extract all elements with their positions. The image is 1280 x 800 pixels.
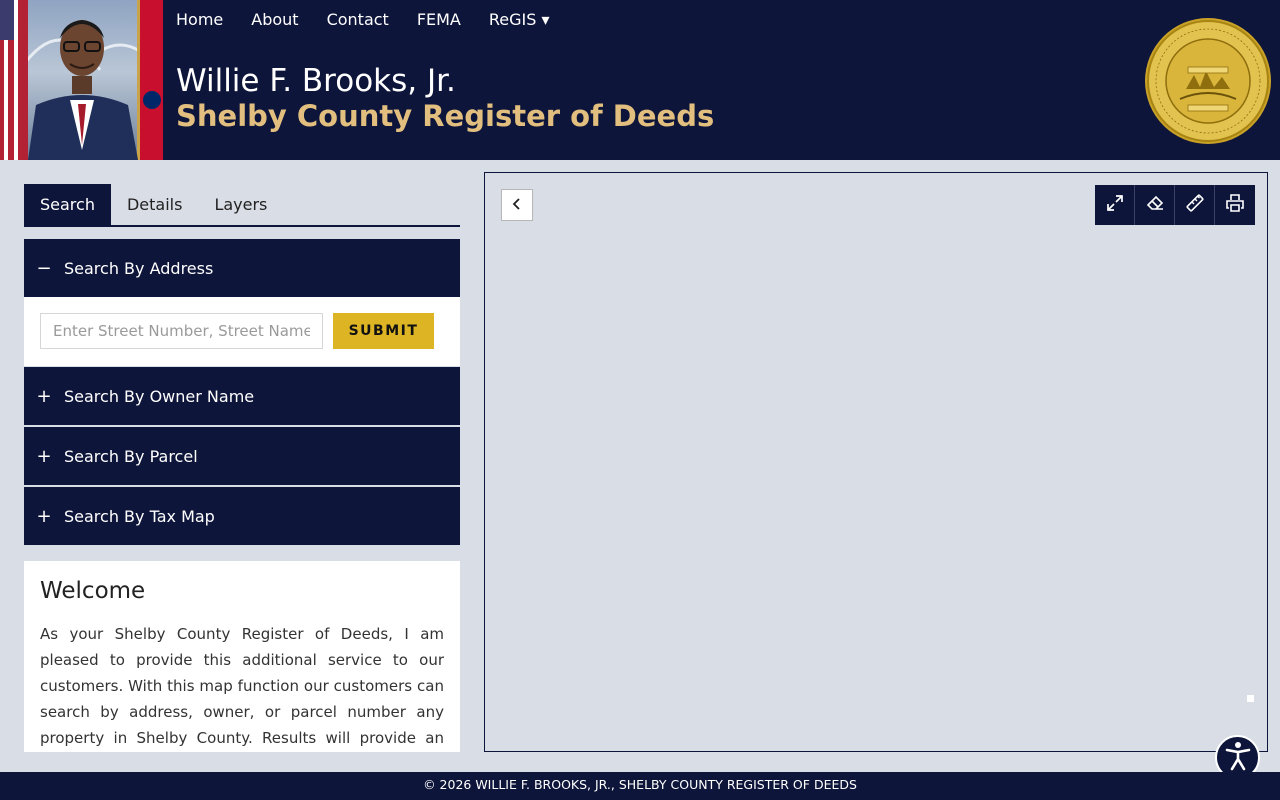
expand-icon (1105, 193, 1125, 217)
register-name: Willie F. Brooks, Jr. (176, 63, 456, 99)
accordion-label: Search By Owner Name (64, 386, 255, 406)
ruler-icon (1185, 193, 1205, 217)
fullscreen-button[interactable] (1095, 185, 1135, 225)
search-by-parcel-header[interactable]: + Search By Parcel (24, 427, 460, 485)
chevron-left-icon (511, 196, 523, 215)
welcome-panel: Welcome As your Shelby County Register o… (24, 561, 460, 752)
search-by-address-header[interactable]: − Search By Address (24, 239, 460, 297)
office-title: Shelby County Register of Deeds (176, 99, 715, 133)
search-by-tax-map-header[interactable]: + Search By Tax Map (24, 487, 460, 545)
accordion-label: Search By Tax Map (64, 506, 215, 526)
measure-button[interactable] (1175, 185, 1215, 225)
copyright-text: © 2026 WILLIE F. BROOKS, JR., SHELBY COU… (423, 777, 857, 792)
search-by-owner-header[interactable]: + Search By Owner Name (24, 367, 460, 425)
submit-button[interactable]: SUBMIT (333, 313, 434, 349)
accordion-label: Search By Parcel (64, 446, 198, 466)
register-portrait (0, 0, 163, 160)
nav-about-link[interactable]: About (251, 10, 298, 30)
site-header: Home About Contact FEMA ReGIS ▾ Willie F… (0, 0, 1280, 160)
map-viewer[interactable] (484, 172, 1268, 752)
collapse-minus-icon: − (36, 257, 52, 279)
eraser-icon (1145, 193, 1165, 217)
expand-plus-icon: + (36, 505, 52, 527)
main-nav: Home About Contact FEMA ReGIS ▾ (176, 10, 550, 30)
tab-search[interactable]: Search (24, 184, 111, 225)
tab-layers[interactable]: Layers (198, 184, 283, 225)
expand-plus-icon: + (36, 385, 52, 407)
printer-icon (1225, 193, 1245, 217)
county-seal-logo (1144, 17, 1272, 145)
welcome-title: Welcome (40, 578, 146, 604)
sidebar-tabs: Search Details Layers (24, 184, 460, 227)
print-button[interactable] (1215, 185, 1255, 225)
map-marker (1247, 695, 1254, 702)
nav-regis-dropdown[interactable]: ReGIS ▾ (489, 10, 550, 30)
clear-button[interactable] (1135, 185, 1175, 225)
map-toolbar (1095, 185, 1255, 225)
expand-plus-icon: + (36, 445, 52, 467)
nav-home-link[interactable]: Home (176, 10, 223, 30)
accessibility-icon (1225, 741, 1251, 775)
accordion-label: Search By Address (64, 258, 214, 278)
nav-fema-link[interactable]: FEMA (417, 10, 461, 30)
collapse-sidebar-button[interactable] (501, 189, 533, 221)
site-footer: © 2026 WILLIE F. BROOKS, JR., SHELBY COU… (0, 772, 1280, 800)
tab-details[interactable]: Details (111, 184, 198, 225)
address-search-input[interactable] (40, 313, 323, 349)
nav-contact-link[interactable]: Contact (327, 10, 389, 30)
address-search-panel: SUBMIT (24, 297, 460, 366)
welcome-body: As your Shelby County Register of Deeds,… (40, 625, 444, 747)
